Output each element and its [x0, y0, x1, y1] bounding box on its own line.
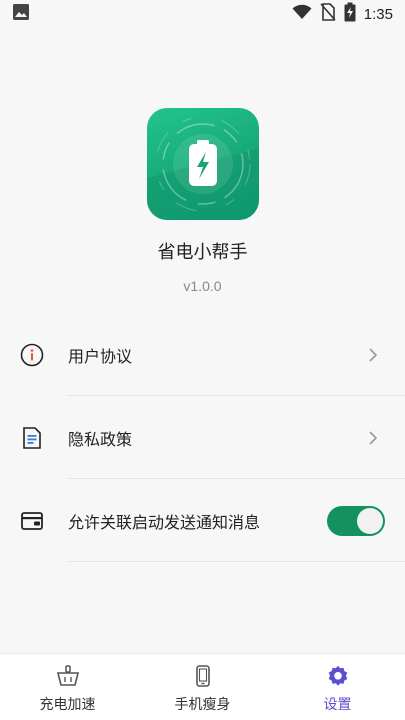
basket-icon [56, 664, 80, 688]
notification-toggle[interactable] [327, 505, 385, 536]
bottom-nav: 充电加速 手机瘦身 设置 [0, 653, 405, 720]
divider [68, 561, 405, 562]
image-icon [12, 3, 30, 25]
info-circle-icon [20, 343, 44, 367]
gear-icon [326, 664, 350, 688]
app-version: v1.0.0 [183, 278, 222, 294]
user-agreement-label: 用户协议 [68, 346, 133, 366]
battery-bolt-icon [146, 108, 259, 220]
privacy-policy-row[interactable]: 隐私政策 [0, 396, 405, 479]
nav-label: 充电加速 [39, 697, 96, 713]
app-name: 省电小帮手 [157, 242, 248, 263]
nav-label: 设置 [323, 697, 352, 713]
nav-label: 手机瘦身 [174, 697, 231, 713]
chevron-right-icon [365, 430, 381, 446]
status-bar: 1:35 [0, 0, 405, 28]
notification-permission-row: 允许关联启动发送通知消息 [0, 479, 405, 562]
document-icon [20, 426, 44, 450]
nav-item-phone-slim[interactable]: 手机瘦身 [135, 654, 270, 720]
phone-icon [191, 664, 215, 688]
wifi-icon [292, 4, 312, 24]
wallet-icon [20, 509, 44, 533]
toggle-knob [357, 507, 383, 534]
nav-item-settings[interactable]: 设置 [270, 654, 405, 720]
settings-list: 用户协议 隐私政策 允许关联启动发送通知消息 [0, 313, 405, 562]
app-header: 省电小帮手 v1.0.0 [0, 108, 405, 294]
privacy-policy-label: 隐私政策 [68, 429, 133, 449]
nav-item-charge-boost[interactable]: 充电加速 [0, 654, 135, 720]
user-agreement-row[interactable]: 用户协议 [0, 313, 405, 396]
notification-permission-label: 允许关联启动发送通知消息 [68, 512, 261, 532]
chevron-right-icon [365, 347, 381, 363]
no-sim-icon [320, 3, 336, 25]
battery-charging-icon [344, 2, 356, 26]
status-time: 1:35 [363, 5, 393, 23]
